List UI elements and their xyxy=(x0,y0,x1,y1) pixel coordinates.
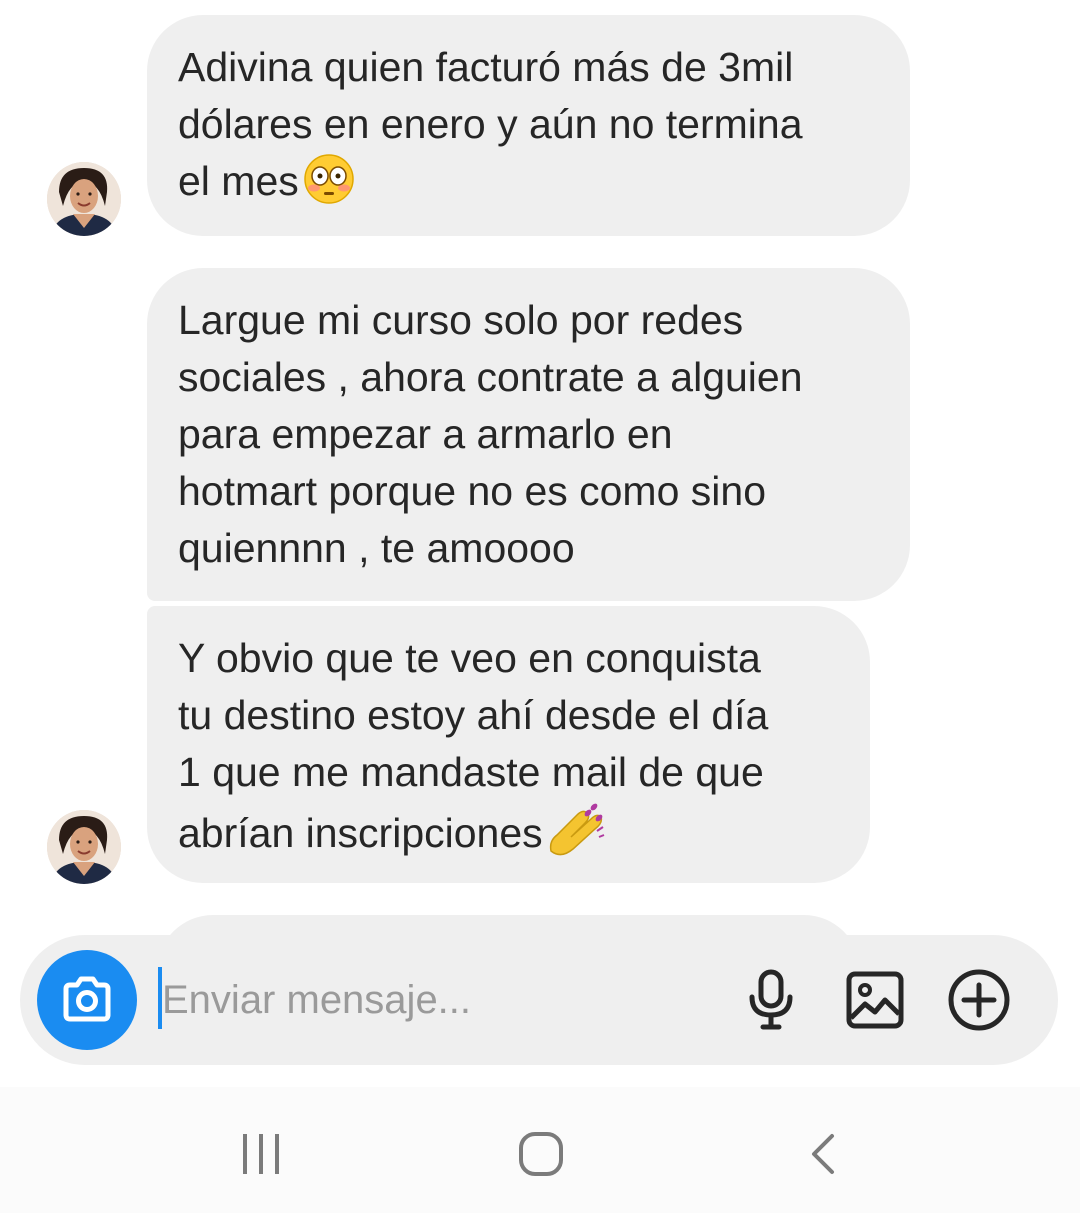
message-text: Adivina quien facturó más de 3mil dólare… xyxy=(178,44,803,204)
camera-icon xyxy=(63,976,111,1022)
home-button[interactable] xyxy=(501,1119,581,1189)
recents-button[interactable] xyxy=(221,1119,301,1189)
recents-icon xyxy=(243,1134,279,1174)
message-text: Y obvio que te veo en conquista tu desti… xyxy=(178,635,769,856)
message-bubble[interactable]: Y obvio que te veo en conquista tu desti… xyxy=(147,606,870,883)
message-bubble[interactable]: Largue mi curso solo por redes sociales … xyxy=(147,268,910,601)
microphone-icon xyxy=(749,969,793,1030)
gallery-button[interactable] xyxy=(842,967,908,1033)
flushed-face-emoji xyxy=(303,153,355,220)
gallery-icon xyxy=(846,971,904,1029)
back-button[interactable] xyxy=(783,1119,863,1189)
message-composer xyxy=(20,935,1058,1065)
navigation-bar xyxy=(0,1087,1080,1213)
plus-icon xyxy=(948,969,1010,1031)
message-input[interactable] xyxy=(156,971,716,1029)
camera-button[interactable] xyxy=(37,950,137,1050)
chat-screen: Adivina quien facturó más de 3mil dólare… xyxy=(0,0,1080,1213)
sender-avatar[interactable] xyxy=(47,162,121,236)
message-bubble[interactable]: Adivina quien facturó más de 3mil dólare… xyxy=(147,15,910,236)
add-button[interactable] xyxy=(946,967,1012,1033)
sender-avatar[interactable] xyxy=(47,810,121,884)
nail-polish-emoji xyxy=(547,801,605,872)
back-icon xyxy=(812,1134,834,1174)
message-text: Largue mi curso solo por redes sociales … xyxy=(178,297,803,571)
home-icon xyxy=(519,1132,563,1176)
microphone-button[interactable] xyxy=(738,967,804,1033)
